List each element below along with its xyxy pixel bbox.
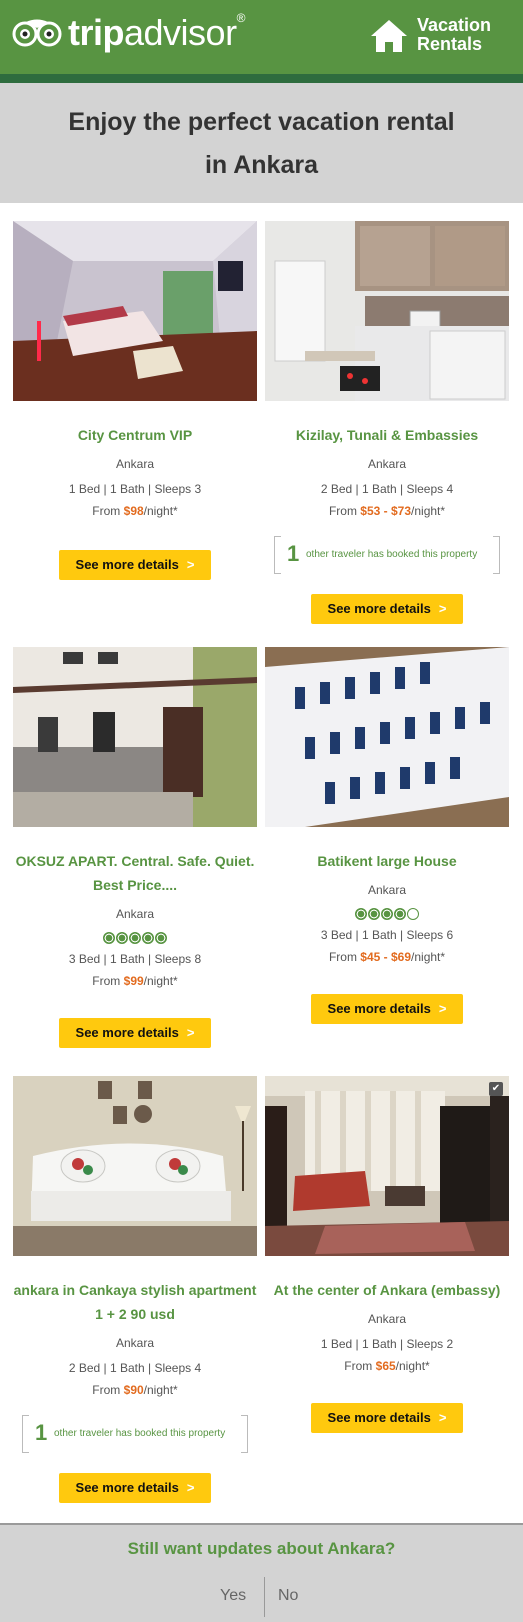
listing-price: From $99/night* [92,974,178,988]
listing-photo-bedroom[interactable] [13,221,257,401]
listing-city: Ankara [115,907,155,921]
rating-bubbles [13,929,257,944]
chevron-right-icon: > [438,1001,447,1016]
booked-text: other traveler has booked this property [306,549,478,560]
rating-bubble-icon [355,907,367,920]
see-more-details-button[interactable]: See more details > [311,994,463,1024]
listing-card: Batikent large House Ankara 3 Bed | 1 Ba… [265,647,509,1024]
chevron-right-icon: > [438,601,447,616]
see-more-details-button[interactable]: See more details > [311,594,463,624]
listing-title[interactable]: At the center of Ankara (embassy) [265,1278,509,1302]
listing-city: Ankara [115,457,155,471]
listing-title[interactable]: Batikent large House [265,849,509,873]
listing-card: ✔ At the center of Ankara (embassy) Anka… [265,1076,509,1433]
hero-title: Enjoy the perfect vacation rental in Ank… [68,108,455,179]
rating-bubble-icon [142,931,154,944]
listing-city: Ankara [367,457,407,471]
listing-photo-sofa[interactable] [13,1076,257,1256]
listing-city: Ankara [367,883,407,897]
chevron-right-icon: > [186,557,195,572]
header-bar: tripadvisor® Vacation Rentals [0,0,523,74]
listing-title[interactable]: Kizilay, Tunali & Embassies [265,423,509,447]
checkmark-icon: ✔ [489,1082,503,1096]
listing-price: From $45 - $69/night* [328,950,446,964]
header-stripe [0,74,523,83]
vacation-rentals-link[interactable]: Vacation Rentals [369,16,509,56]
chevron-right-icon: > [438,1410,447,1425]
listing-photo-living-room[interactable] [265,1076,509,1256]
see-more-details-button[interactable]: See more details > [59,1018,211,1048]
rating-bubble-icon [368,907,380,920]
rating-bubble-icon [155,931,167,944]
updates-question: Still want updates about Ankara? [127,1539,396,1558]
listing-specs: 2 Bed | 1 Bath | Sleeps 4 [68,1361,202,1375]
listing-title[interactable]: City Centrum VIP [13,423,257,447]
chevron-right-icon: > [186,1025,195,1040]
listing-price: From $90/night* [92,1383,178,1397]
booked-count: 1 [35,1420,48,1445]
listing-photo-wrapper: ✔ [265,1076,509,1256]
listing-card: OKSUZ APART. Central. Safe. Quiet. Best … [13,647,257,1048]
hero-banner: Enjoy the perfect vacation rental in Ank… [0,83,523,203]
rating-bubble-icon [381,907,393,920]
listing-specs: 2 Bed | 1 Bath | Sleeps 4 [320,482,454,496]
listing-card: Kizilay, Tunali & Embassies Ankara 2 Bed… [265,221,509,624]
listing-photo-kitchen[interactable] [265,221,509,401]
no-link[interactable]: No [278,1587,298,1605]
rating-bubble-empty-icon [407,907,419,920]
chevron-right-icon: > [186,1480,195,1495]
vacation-rentals-label: Vacation Rentals [417,15,492,54]
booked-count: 1 [287,541,300,566]
listing-price: From $98/night* [92,504,178,518]
see-more-details-button[interactable]: See more details > [59,1473,211,1503]
see-more-details-button[interactable]: See more details > [59,550,211,580]
yes-link[interactable]: Yes [220,1587,246,1605]
updates-actions: Yes No [0,1577,523,1617]
logo-wordmark: tripadvisor® [68,11,245,53]
rating-bubble-icon [129,931,141,944]
booked-text: other traveler has booked this property [54,1428,226,1439]
listing-photo-house-exterior[interactable] [13,647,257,827]
rating-bubble-icon [394,907,406,920]
rating-bubbles [265,905,509,920]
rating-bubble-icon [116,931,128,944]
see-more-details-button[interactable]: See more details > [311,1403,463,1433]
listing-city: Ankara [367,1312,407,1326]
listing-specs: 1 Bed | 1 Bath | Sleeps 2 [320,1337,454,1351]
listing-card: City Centrum VIP Ankara 1 Bed | 1 Bath |… [13,221,257,580]
listing-city: Ankara [115,1336,155,1350]
booked-notice: 1 other traveler has booked this propert… [274,536,500,574]
rating-bubble-icon [103,931,115,944]
listing-price: From $53 - $73/night* [328,504,446,518]
listing-price: From $65/night* [344,1359,430,1373]
listing-card: ankara in Cankaya stylish apartment 1 + … [13,1076,257,1503]
updates-footer: Still want updates about Ankara? Yes No [0,1523,523,1622]
house-icon [371,20,407,52]
listing-specs: 1 Bed | 1 Bath | Sleeps 3 [68,482,202,496]
listing-specs: 3 Bed | 1 Bath | Sleeps 6 [320,928,454,942]
listing-title[interactable]: OKSUZ APART. Central. Safe. Quiet. Best … [13,849,257,897]
listing-title[interactable]: ankara in Cankaya stylish apartment 1 + … [13,1278,257,1326]
owl-eyes-icon [12,19,62,47]
listing-photo-bed[interactable] [265,647,509,827]
actions-divider [264,1577,265,1617]
booked-notice: 1 other traveler has booked this propert… [22,1415,248,1453]
listing-specs: 3 Bed | 1 Bath | Sleeps 8 [68,952,202,966]
